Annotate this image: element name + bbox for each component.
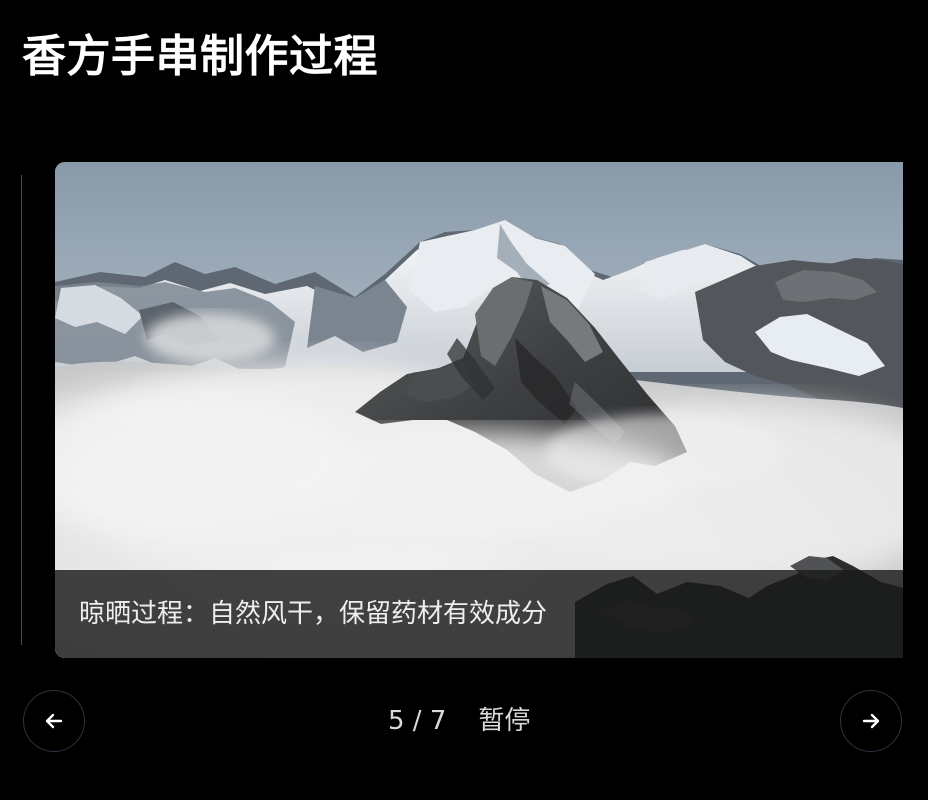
- page-title: 香方手串制作过程: [22, 31, 378, 82]
- pause-button[interactable]: 暂停: [478, 703, 530, 739]
- slide-counter: 5 / 7: [388, 706, 447, 736]
- previous-slide-edge: [21, 175, 22, 645]
- slideshow-page: 香方手串制作过程 晾晒过程：自然风干，保留药材有效成分 5 / 7 暂停: [0, 0, 928, 800]
- previous-slide-button[interactable]: [23, 690, 85, 752]
- slide-caption: 晾晒过程：自然风干，保留药材有效成分: [79, 599, 548, 629]
- slide-status: 5 / 7 暂停: [388, 703, 530, 739]
- carousel-slide[interactable]: 晾晒过程：自然风干，保留药材有效成分: [55, 162, 903, 658]
- arrow-left-icon: [41, 708, 67, 734]
- arrow-right-icon: [858, 708, 884, 734]
- next-slide-button[interactable]: [840, 690, 902, 752]
- slide-caption-bar: 晾晒过程：自然风干，保留药材有效成分: [55, 570, 903, 658]
